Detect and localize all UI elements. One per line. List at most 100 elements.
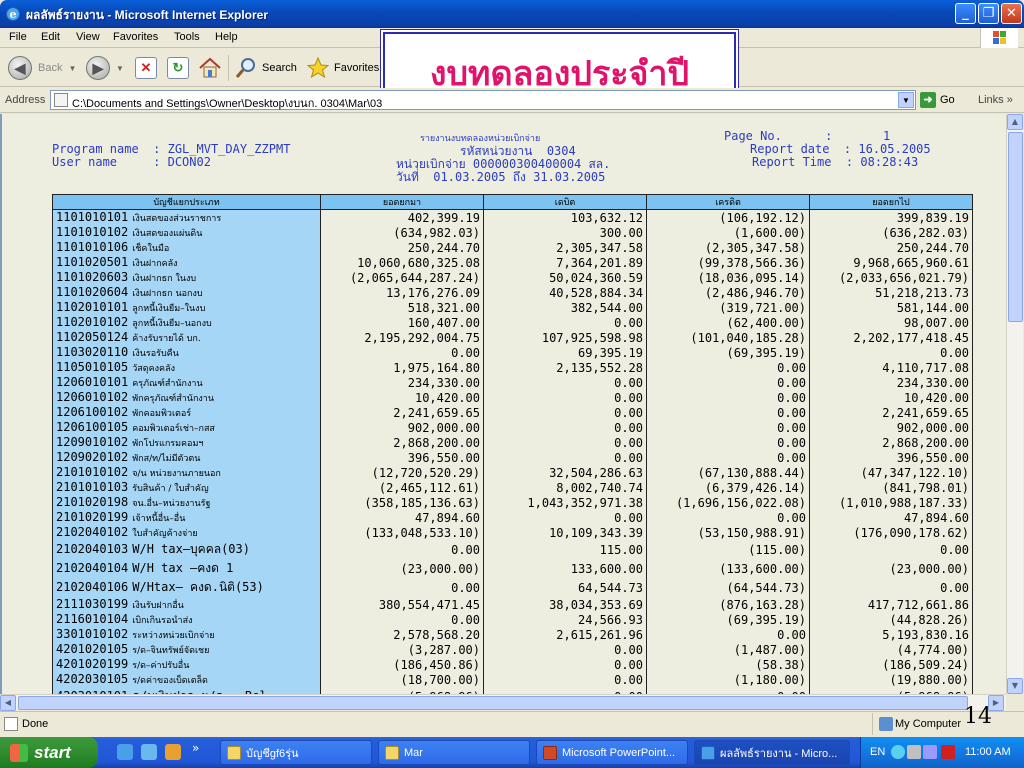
col-account: บัญชีแยกประเภท	[52, 194, 321, 210]
favorites-button[interactable]: Favorites	[306, 53, 379, 83]
account-code: 2101010102	[56, 465, 129, 479]
account-name: เงินสดของแผ่นดิน	[132, 229, 203, 239]
home-button[interactable]	[198, 53, 222, 83]
carried-forward-cell: (44,828.26)	[809, 612, 973, 627]
account-cell: 1101020604 เงินฝากธก นอกงบ	[52, 285, 321, 300]
brought-forward-cell: (18,700.00)	[320, 672, 484, 687]
account-cell: 2111030199 เงินรับฝากอื่น	[52, 597, 321, 612]
debit-cell: 1,043,352,971.38	[483, 495, 647, 510]
account-code: 1209020102	[56, 450, 129, 464]
close-button[interactable]: ✕	[1001, 3, 1022, 24]
back-dropdown-icon[interactable]: ▼	[68, 64, 76, 73]
scroll-left-icon[interactable]: ◀	[0, 695, 16, 711]
account-name: จน.อื่น–หน่วยงานรัฐ	[132, 499, 211, 509]
carried-forward-cell: 234,330.00	[809, 375, 973, 390]
system-tray: EN 11:00 AM	[860, 737, 1024, 768]
menu-view[interactable]: View	[76, 31, 100, 43]
favorites-label: Favorites	[334, 62, 380, 74]
zone-label: My Computer	[895, 718, 962, 730]
media-quicklaunch-icon[interactable]	[165, 744, 181, 760]
table-row: 2101020199 เจ้าหนี้อื่น–อื่น 47,894.60 0.00…	[52, 510, 973, 525]
display-icon[interactable]	[923, 745, 937, 759]
start-button[interactable]: start	[0, 737, 98, 768]
account-cell: 1209020102 พักส/ท/ไม่มีตัวตน	[52, 450, 321, 465]
table-row: 1101010106 เช็คในมือ 250,244.70 2,305,347.5…	[52, 240, 973, 255]
menu-tools[interactable]: Tools	[174, 31, 200, 43]
carried-forward-cell: (841,798.01)	[809, 480, 973, 495]
address-url: C:\Documents and Settings\Owner\Desktop\…	[72, 98, 383, 110]
menu-favorites[interactable]: Favorites	[113, 31, 158, 43]
account-cell: 1101020501 เงินฝากคลัง	[52, 255, 321, 270]
horizontal-scroll-thumb[interactable]	[18, 696, 968, 710]
account-cell: 1102010101 ลูกหนี้เงินยืม–ในงบ	[52, 300, 321, 315]
account-name: ค้างรับรายได้ บก.	[132, 334, 201, 344]
account-code: 1101020501	[56, 255, 129, 269]
task-powerpoint[interactable]: Microsoft PowerPoint...	[536, 740, 688, 765]
restore-button[interactable]: ❐	[978, 3, 999, 24]
network-icon[interactable]	[907, 745, 921, 759]
forward-dropdown-icon[interactable]: ▼	[116, 64, 124, 73]
table-row: 4201020199 ร/ด–ค่าปรับอื่น (186,450.86) 0.0…	[52, 657, 973, 672]
account-code: 1206010101	[56, 375, 129, 389]
page-content: Program name : ZGL_MVT_DAY_ZZPMT User na…	[0, 114, 1006, 694]
language-indicator[interactable]: EN	[870, 746, 885, 758]
ie-quicklaunch-icon[interactable]	[117, 744, 133, 760]
account-name: รับสินค้า / ใบสำคัญ	[132, 484, 209, 494]
horizontal-scrollbar[interactable]: ◀ ▶	[0, 694, 1006, 711]
account-code: 1209010102	[56, 435, 129, 449]
account-code: 1101020603	[56, 270, 129, 284]
account-name: คอมพิวเตอร์เช่า–กสส	[132, 424, 215, 434]
carried-forward-cell: 5,193,830.16	[809, 627, 973, 642]
vertical-scroll-thumb[interactable]	[1008, 132, 1023, 322]
links-button[interactable]: Links »	[978, 94, 1013, 106]
credit-cell: (876,163.28)	[646, 597, 810, 612]
outlook-quicklaunch-icon[interactable]	[141, 744, 157, 760]
quicklaunch-more-icon[interactable]: »	[192, 741, 199, 755]
task-folder-account[interactable]: บัญชีgf6รุ่น	[220, 740, 372, 765]
debit-cell: 32,504,286.63	[483, 465, 647, 480]
refresh-button[interactable]: ↻	[167, 53, 189, 83]
user-name: User name : DCON02	[52, 155, 211, 169]
credit-cell: (1,180.00)	[646, 672, 810, 687]
tray-arrow-icon[interactable]	[891, 745, 905, 759]
brought-forward-cell: 396,550.00	[320, 450, 484, 465]
credit-cell: (99,378,566.36)	[646, 255, 810, 270]
address-input[interactable]: C:\Documents and Settings\Owner\Desktop\…	[50, 90, 916, 110]
scroll-down-icon[interactable]: ▼	[1007, 678, 1023, 694]
scroll-up-icon[interactable]: ▲	[1007, 114, 1023, 130]
back-button[interactable]: ◀ Back ▼	[8, 53, 76, 83]
star-icon	[306, 56, 330, 79]
brought-forward-cell: 380,554,471.45	[320, 597, 484, 612]
account-code: 2111030199	[56, 597, 129, 611]
search-button[interactable]: Search	[234, 53, 297, 83]
credit-cell: (18,036,095.14)	[646, 270, 810, 285]
table-row: 2102040102 ใบสำคัญค้างจ่าย (133,048,533.10…	[52, 525, 973, 540]
taskbar: start » บัญชีgf6รุ่น Mar Microsoft Power…	[0, 737, 1024, 768]
date-range: วันที่ 01.03.2005 ถึง 31.03.2005	[396, 170, 606, 184]
ie-icon	[701, 745, 715, 760]
brought-forward-cell: 13,176,276.09	[320, 285, 484, 300]
menu-help[interactable]: Help	[215, 31, 238, 43]
debit-cell: 300.00	[483, 225, 647, 240]
carried-forward-cell: (1,010,988,187.33)	[809, 495, 973, 510]
task-ie-report[interactable]: ผลลัพธ์รายงาน - Micro...	[694, 740, 850, 765]
minimize-button[interactable]: _	[955, 3, 976, 24]
table-row: 2102040104 W/H tax –คงด 1 (23,000.00) 133,6…	[52, 559, 973, 578]
go-button[interactable]: ➜ Go	[920, 92, 955, 108]
menu-edit[interactable]: Edit	[41, 31, 60, 43]
ati-icon[interactable]	[941, 745, 955, 759]
address-dropdown-icon[interactable]: ▼	[898, 92, 914, 108]
task-folder-mar[interactable]: Mar	[378, 740, 530, 765]
stop-button[interactable]: ✕	[135, 53, 157, 83]
brought-forward-cell: (5,968.96)	[320, 687, 484, 694]
debit-cell: 64,544.73	[483, 578, 647, 597]
menu-file[interactable]: File	[9, 31, 27, 43]
forward-button[interactable]: ▶ ▼	[86, 53, 124, 83]
table-row: 2116010104 เบิกเกินรอนำส่ง 0.00 24,566.93 (6…	[52, 612, 973, 627]
table-body: 1101010101 เงินสดของส่วนราชการ 402,399.19 1…	[52, 209, 973, 694]
carried-forward-cell: 2,202,177,418.45	[809, 330, 973, 345]
brought-forward-cell: (634,982.03)	[320, 225, 484, 240]
vertical-scrollbar[interactable]: ▲ ▼	[1006, 114, 1023, 694]
account-cell: 1206100102 พักคอมพิวเตอร์	[52, 405, 321, 420]
account-name: พักส/ท/ไม่มีตัวตน	[132, 454, 201, 464]
